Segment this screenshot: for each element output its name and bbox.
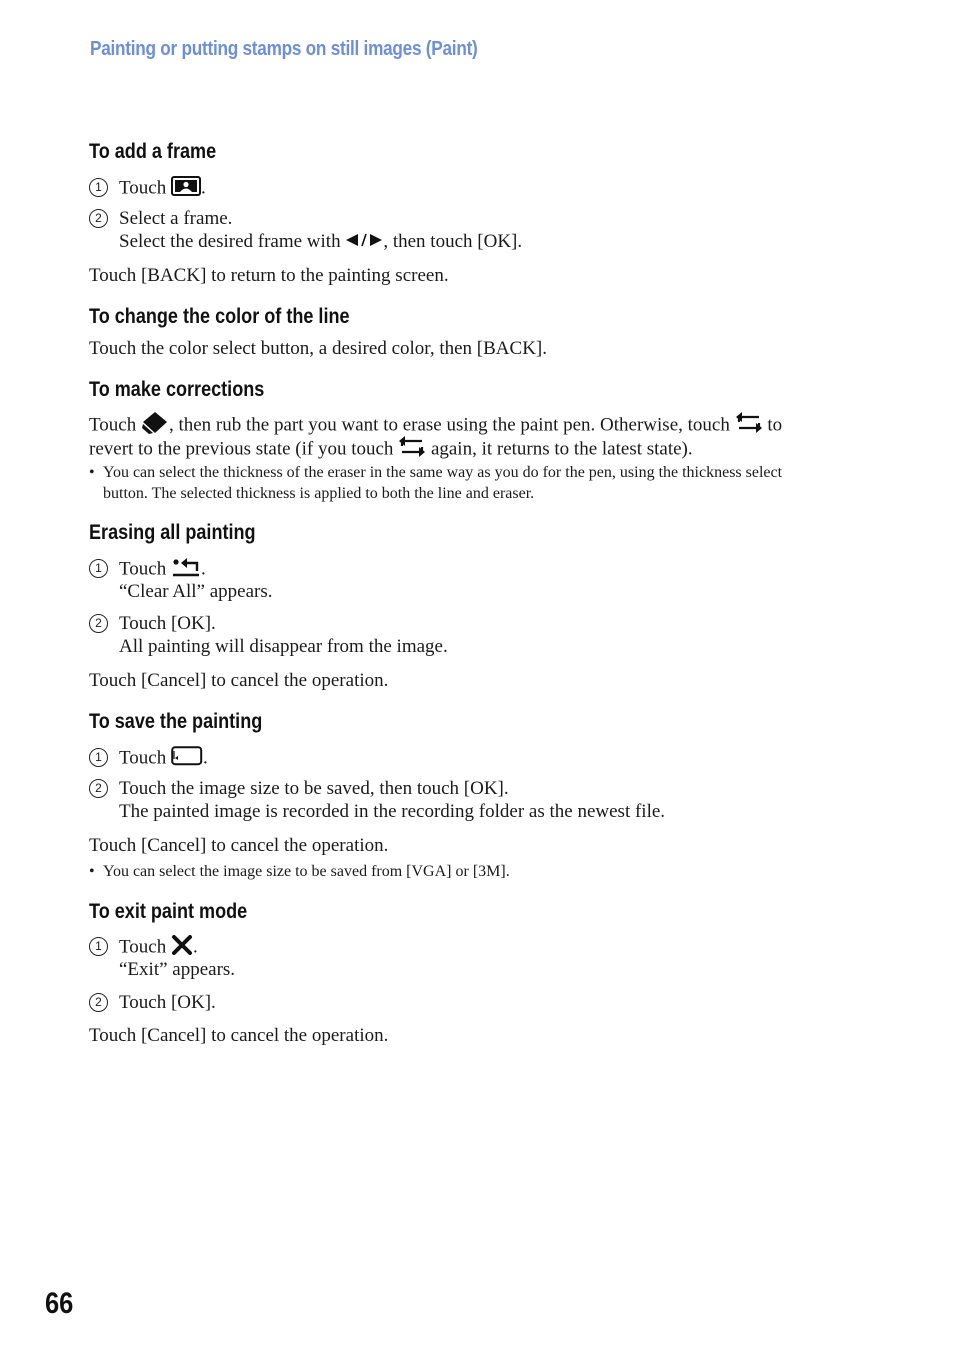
bullet: • (89, 464, 95, 481)
page-number: 66 (45, 1287, 74, 1320)
left-right-arrows-icon (345, 231, 383, 254)
step-number: 1 (89, 748, 108, 767)
step-subtext: Select the desired frame with (119, 231, 346, 252)
undo-redo-icon (398, 435, 426, 465)
save-cancel-text: Touch [Cancel] to cancel the operation. (89, 835, 389, 856)
heading-erase-all: Erasing all painting (89, 521, 256, 544)
step-text: Touch (119, 177, 167, 199)
step-subtext: “Exit” appears. (119, 959, 236, 980)
step-subtext: All painting will disappear from the ima… (119, 636, 448, 657)
bullet: • (89, 863, 95, 880)
corrections-line-2: revert to the previous state (if you tou… (89, 435, 693, 465)
heading-corrections: To make corrections (89, 378, 265, 401)
step-number: 2 (89, 614, 108, 633)
step-text: Touch [OK]. (119, 992, 216, 1013)
save-icon (171, 746, 203, 772)
step-subtext: The painted image is recorded in the rec… (119, 801, 666, 822)
add-frame-back-text: Touch [BACK] to return to the painting s… (89, 265, 449, 286)
step-number: 1 (89, 559, 108, 578)
exit-cancel-text: Touch [Cancel] to cancel the operation. (89, 1025, 389, 1046)
heading-change-color: To change the color of the line (89, 305, 350, 328)
step-text: Touch [OK]. (119, 613, 216, 634)
heading-add-frame: To add a frame (89, 140, 217, 163)
step-number: 1 (89, 937, 108, 956)
frame-icon (170, 176, 201, 202)
heading-exit: To exit paint mode (89, 900, 248, 923)
running-head: Painting or putting stamps on still imag… (90, 38, 478, 60)
step-number: 2 (89, 779, 108, 798)
change-color-text: Touch the color select button, a desired… (89, 338, 548, 359)
step-number: 2 (89, 209, 108, 228)
step-number: 2 (89, 993, 108, 1012)
undo-redo-icon (735, 411, 763, 441)
heading-save: To save the painting (89, 710, 263, 733)
step-text: Touch the image size to be saved, then t… (119, 778, 509, 799)
step-subtext: “Clear All” appears. (119, 581, 273, 602)
step-number: 1 (89, 178, 108, 197)
erase-all-cancel-text: Touch [Cancel] to cancel the operation. (89, 670, 389, 691)
step-text: Select a frame. (119, 208, 233, 229)
